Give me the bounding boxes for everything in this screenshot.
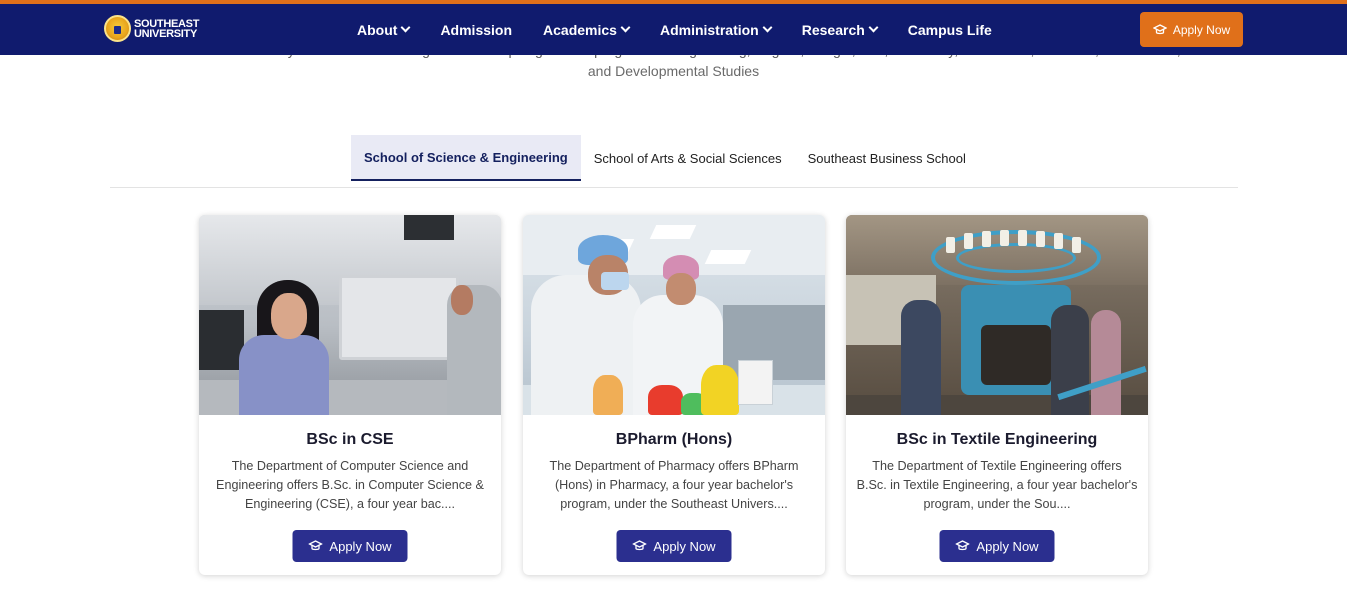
chevron-down-icon <box>762 22 773 33</box>
program-title: BSc in CSE <box>306 431 394 448</box>
nav-label: Campus Life <box>907 21 992 38</box>
apply-now-button-textile[interactable]: Apply Now <box>939 530 1055 562</box>
nav-label: Admission <box>440 21 513 38</box>
graduation-cap-icon <box>1152 23 1167 36</box>
header-apply-now-button[interactable]: Apply Now <box>1140 12 1243 47</box>
apply-label: Apply Now <box>329 538 392 554</box>
nav-label: Academics <box>543 21 617 38</box>
program-card-pharmacy: BPharm (Hons) The Department of Pharmacy… <box>523 215 825 575</box>
nav-item-academics[interactable]: Academics <box>543 21 631 38</box>
intro-text-last-line: and Developmental Studies <box>587 63 760 79</box>
apply-label: Apply Now <box>976 538 1039 554</box>
program-description: The Department of Computer Science and E… <box>216 459 484 511</box>
apply-now-button-cse[interactable]: Apply Now <box>292 530 408 562</box>
logo-line-1: SOUTHEAST <box>134 17 200 30</box>
nav-label: Research <box>801 21 865 38</box>
school-tabs: School of Science & Engineering School o… <box>351 135 979 181</box>
nav-item-research[interactable]: Research <box>801 21 879 38</box>
nav-label: Administration <box>659 21 759 38</box>
nav-item-administration[interactable]: Administration <box>659 21 773 38</box>
header-apply-label: Apply Now <box>1172 22 1231 37</box>
program-image-pharmacy <box>523 215 825 415</box>
graduation-cap-icon <box>308 540 323 552</box>
chevron-down-icon <box>400 22 411 33</box>
program-title: BPharm (Hons) <box>615 431 733 448</box>
graduation-cap-icon <box>632 540 647 552</box>
university-seal-icon <box>104 15 131 42</box>
program-description: The Department of Pharmacy offers BPharm… <box>549 459 799 511</box>
tab-arts-social-sciences[interactable]: School of Arts & Social Sciences <box>581 135 795 181</box>
apply-now-button-pharmacy[interactable]: Apply Now <box>616 530 732 562</box>
nav-item-about[interactable]: About <box>357 21 411 38</box>
university-logo[interactable]: SOUTHEAST UNIVERSITY <box>104 15 199 42</box>
nav-item-admission[interactable]: Admission <box>440 22 512 38</box>
tab-science-engineering[interactable]: School of Science & Engineering <box>351 135 581 181</box>
program-card-textile: BSc in Textile Engineering The Departmen… <box>846 215 1148 575</box>
chevron-down-icon <box>868 22 879 33</box>
tab-business-school[interactable]: Southeast Business School <box>795 135 979 181</box>
apply-label: Apply Now <box>653 538 716 554</box>
chevron-down-icon <box>620 22 631 33</box>
graduation-cap-icon <box>955 540 970 552</box>
top-navbar: SOUTHEAST UNIVERSITY About Admission Aca… <box>0 0 1347 55</box>
program-card-cse: BSc in CSE The Department of Computer Sc… <box>199 215 501 575</box>
main-nav: About Admission Academics Administration… <box>357 4 1023 55</box>
nav-item-campus-life[interactable]: Campus Life <box>908 22 992 38</box>
program-title: BSc in Textile Engineering <box>896 431 1098 448</box>
tabs-divider <box>110 187 1238 188</box>
program-image-cse <box>199 215 501 415</box>
nav-label: About <box>357 21 398 38</box>
program-description: The Department of Textile Engineering of… <box>856 459 1138 511</box>
program-image-textile <box>846 215 1148 415</box>
logo-line-2: UNIVERSITY <box>134 27 198 40</box>
